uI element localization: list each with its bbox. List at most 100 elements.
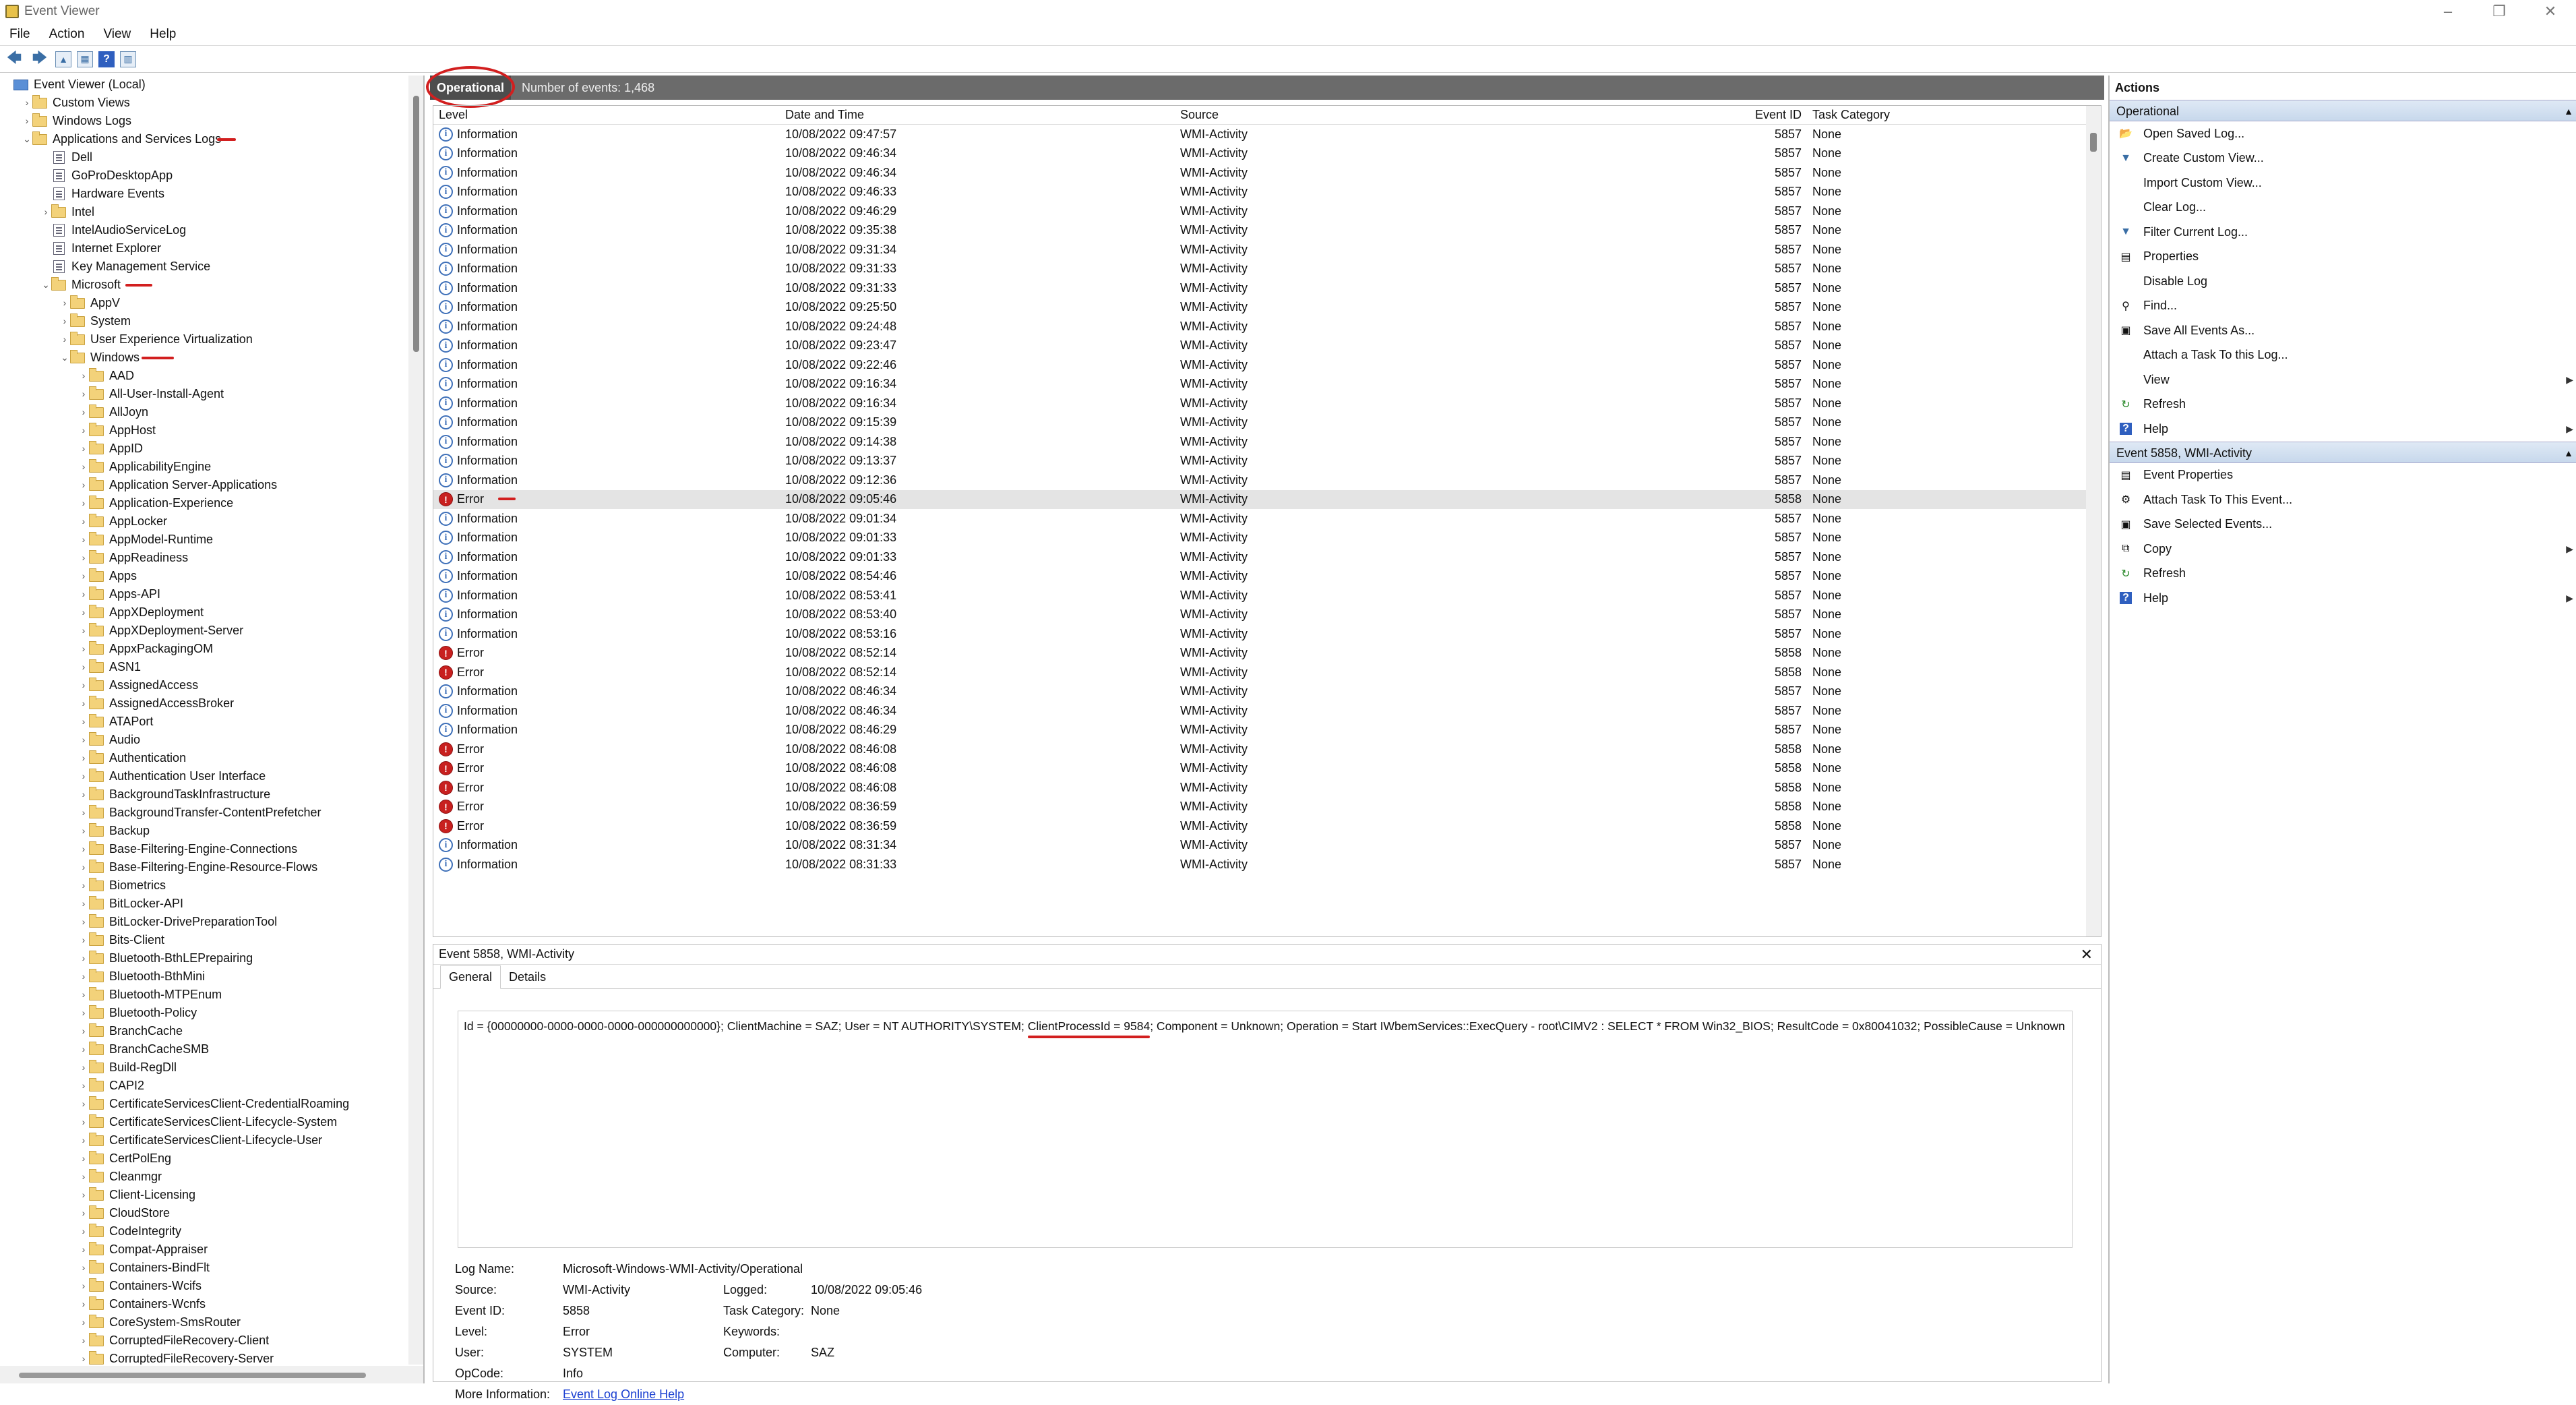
col-level[interactable]: Level: [433, 108, 780, 122]
tree-item-build-regdll[interactable]: › Build-RegDll: [0, 1058, 408, 1077]
expand-arrow-icon[interactable]: ›: [78, 640, 89, 658]
tree-item-bluetooth-bthmini[interactable]: › Bluetooth-BthMini: [0, 967, 408, 986]
expand-arrow-icon[interactable]: ›: [78, 1350, 89, 1365]
tree-item-bitlocker-api[interactable]: › BitLocker-API: [0, 895, 408, 913]
menu-file[interactable]: File: [0, 27, 40, 42]
action-attach-task-to-this-event[interactable]: ⚙ Attach Task To This Event...: [2110, 487, 2576, 512]
tree-item-system[interactable]: › System: [0, 312, 408, 330]
table-row[interactable]: i Information 10/08/2022 09:46:34 WMI-Activ…: [433, 163, 2101, 183]
action-help[interactable]: ? Help ▶: [2110, 586, 2576, 611]
table-row[interactable]: i Information 10/08/2022 08:46:34 WMI-Activ…: [433, 682, 2101, 702]
tree-item-bluetooth-mtpenum[interactable]: › Bluetooth-MTPEnum: [0, 986, 408, 1004]
tree-item-appv[interactable]: › AppV: [0, 294, 408, 312]
expand-arrow-icon[interactable]: ›: [59, 294, 70, 312]
table-vertical-scrollbar[interactable]: [2086, 106, 2101, 936]
expand-arrow-icon[interactable]: ›: [78, 931, 89, 949]
tree-item-bluetooth-bthleprepairing[interactable]: › Bluetooth-BthLEPrepairing: [0, 949, 408, 967]
expand-arrow-icon[interactable]: ›: [78, 1186, 89, 1204]
tree-item-certificateservicesclient-lifecycle-user[interactable]: › CertificateServicesClient-Lifecycle-Use…: [0, 1131, 408, 1149]
action-attach-a-task-to-this-log[interactable]: Attach a Task To this Log...: [2110, 343, 2576, 368]
action-open-saved-log[interactable]: 📂 Open Saved Log...: [2110, 121, 2576, 146]
tree-item-windows-logs[interactable]: › Windows Logs: [0, 112, 408, 130]
expand-arrow-icon[interactable]: ›: [78, 440, 89, 458]
table-row[interactable]: ! Error 10/08/2022 08:46:08 WMI-Activity 585…: [433, 740, 2101, 759]
expand-arrow-icon[interactable]: ›: [78, 876, 89, 895]
tree-item-all-user-install-agent[interactable]: › All-User-Install-Agent: [0, 385, 408, 403]
tree-item-dell[interactable]: Dell: [0, 148, 408, 167]
action-event-properties[interactable]: ▤ Event Properties: [2110, 463, 2576, 488]
tree-item-coresystem-smsrouter[interactable]: › CoreSystem-SmsRouter: [0, 1313, 408, 1332]
expand-arrow-icon[interactable]: ›: [78, 1313, 89, 1332]
expand-arrow-icon[interactable]: ›: [78, 749, 89, 767]
table-row[interactable]: i Information 10/08/2022 09:46:29 WMI-Activ…: [433, 202, 2101, 221]
collapse-arrow-icon[interactable]: ▲: [2564, 442, 2573, 464]
table-row[interactable]: i Information 10/08/2022 09:46:33 WMI-Activ…: [433, 183, 2101, 202]
expand-arrow-icon[interactable]: ›: [78, 1058, 89, 1077]
tree-item-appreadiness[interactable]: › AppReadiness: [0, 549, 408, 567]
expand-arrow-icon[interactable]: ›: [78, 1204, 89, 1222]
table-row[interactable]: i Information 10/08/2022 09:22:46 WMI-Activ…: [433, 355, 2101, 375]
expand-arrow-icon[interactable]: ›: [78, 1259, 89, 1277]
tree-item-bitlocker-drivepreparationtool[interactable]: › BitLocker-DrivePreparationTool: [0, 913, 408, 931]
forward-arrow-icon[interactable]: 🡆: [30, 49, 50, 69]
tree-item-client-licensing[interactable]: › Client-Licensing: [0, 1186, 408, 1204]
expand-arrow-icon[interactable]: ›: [78, 531, 89, 549]
tree-item-applications-and-services-logs[interactable]: ⌄ Applications and Services Logs: [0, 130, 408, 148]
expand-arrow-icon[interactable]: ›: [78, 458, 89, 476]
action-find[interactable]: ⚲ Find...: [2110, 294, 2576, 319]
expand-arrow-icon[interactable]: ›: [78, 1004, 89, 1022]
tree-item-capi2[interactable]: › CAPI2: [0, 1077, 408, 1095]
back-arrow-icon[interactable]: 🡄: [4, 49, 24, 69]
table-row[interactable]: i Information 10/08/2022 09:31:34 WMI-Activ…: [433, 240, 2101, 260]
tree-item-appxdeployment[interactable]: › AppXDeployment: [0, 603, 408, 622]
expand-arrow-icon[interactable]: ›: [78, 658, 89, 676]
expand-arrow-icon[interactable]: ›: [78, 1095, 89, 1113]
expand-arrow-icon[interactable]: ›: [78, 913, 89, 931]
tree-horizontal-scrollbar[interactable]: [0, 1366, 423, 1383]
table-row[interactable]: ! Error 10/08/2022 08:46:08 WMI-Activity 585…: [433, 759, 2101, 779]
tab-general[interactable]: General: [440, 965, 501, 989]
tree-item-biometrics[interactable]: › Biometrics: [0, 876, 408, 895]
action-clear-log[interactable]: Clear Log...: [2110, 196, 2576, 220]
expand-arrow-icon[interactable]: ›: [78, 949, 89, 967]
expand-arrow-icon[interactable]: ›: [22, 94, 32, 112]
tree-item-cloudstore[interactable]: › CloudStore: [0, 1204, 408, 1222]
expand-arrow-icon[interactable]: ›: [78, 403, 89, 421]
table-row[interactable]: ! Error 10/08/2022 08:36:59 WMI-Activity 585…: [433, 816, 2101, 836]
tree-item-user-experience-virtualization[interactable]: › User Experience Virtualization: [0, 330, 408, 349]
table-row[interactable]: i Information 10/08/2022 08:54:46 WMI-Activ…: [433, 567, 2101, 587]
expand-arrow-icon[interactable]: ›: [78, 731, 89, 749]
tree-item-microsoft[interactable]: ⌄ Microsoft: [0, 276, 408, 294]
expand-arrow-icon[interactable]: ›: [78, 840, 89, 858]
table-row[interactable]: i Information 10/08/2022 08:53:16 WMI-Activ…: [433, 624, 2101, 644]
tree-item-certificateservicesclient-credentialroaming[interactable]: › CertificateServicesClient-CredentialRoa…: [0, 1095, 408, 1113]
expand-arrow-icon[interactable]: ›: [59, 312, 70, 330]
tree-item-certificateservicesclient-lifecycle-system[interactable]: › CertificateServicesClient-Lifecycle-Sys…: [0, 1113, 408, 1131]
table-row[interactable]: i Information 10/08/2022 09:15:39 WMI-Activ…: [433, 413, 2101, 433]
expand-arrow-icon[interactable]: ›: [78, 494, 89, 512]
expand-arrow-icon[interactable]: ›: [78, 476, 89, 494]
tree-item-base-filtering-engine-connections[interactable]: › Base-Filtering-Engine-Connections: [0, 840, 408, 858]
expand-arrow-icon[interactable]: ›: [78, 549, 89, 567]
tree-item-appxdeployment-server[interactable]: › AppXDeployment-Server: [0, 622, 408, 640]
tree-item-assignedaccessbroker[interactable]: › AssignedAccessBroker: [0, 694, 408, 713]
expand-arrow-icon[interactable]: ›: [78, 676, 89, 694]
show-action-pane-icon[interactable]: ▥: [120, 51, 136, 67]
table-row[interactable]: i Information 10/08/2022 09:13:37 WMI-Activ…: [433, 452, 2101, 471]
table-row[interactable]: i Information 10/08/2022 09:31:33 WMI-Activ…: [433, 260, 2101, 279]
table-row[interactable]: i Information 10/08/2022 09:12:36 WMI-Activ…: [433, 471, 2101, 490]
tree-item-corruptedfilerecovery-client[interactable]: › CorruptedFileRecovery-Client: [0, 1332, 408, 1350]
action-help[interactable]: ? Help ▶: [2110, 417, 2576, 442]
section-operational[interactable]: Operational ▲: [2110, 100, 2576, 121]
up-folder-icon[interactable]: ▲: [55, 51, 71, 67]
tree-item-audio[interactable]: › Audio: [0, 731, 408, 749]
tree-item-alljoyn[interactable]: › AllJoyn: [0, 403, 408, 421]
expand-arrow-icon[interactable]: ›: [78, 367, 89, 385]
expand-arrow-icon[interactable]: ›: [78, 967, 89, 986]
expand-arrow-icon[interactable]: ⌄: [22, 130, 32, 148]
expand-arrow-icon[interactable]: ›: [78, 1168, 89, 1186]
tree-item-certpoleng[interactable]: › CertPolEng: [0, 1149, 408, 1168]
tree-item-backgroundtaskinfrastructure[interactable]: › BackgroundTaskInfrastructure: [0, 785, 408, 804]
collapse-arrow-icon[interactable]: ▲: [2564, 100, 2573, 122]
table-row[interactable]: i Information 10/08/2022 09:46:34 WMI-Activ…: [433, 144, 2101, 164]
